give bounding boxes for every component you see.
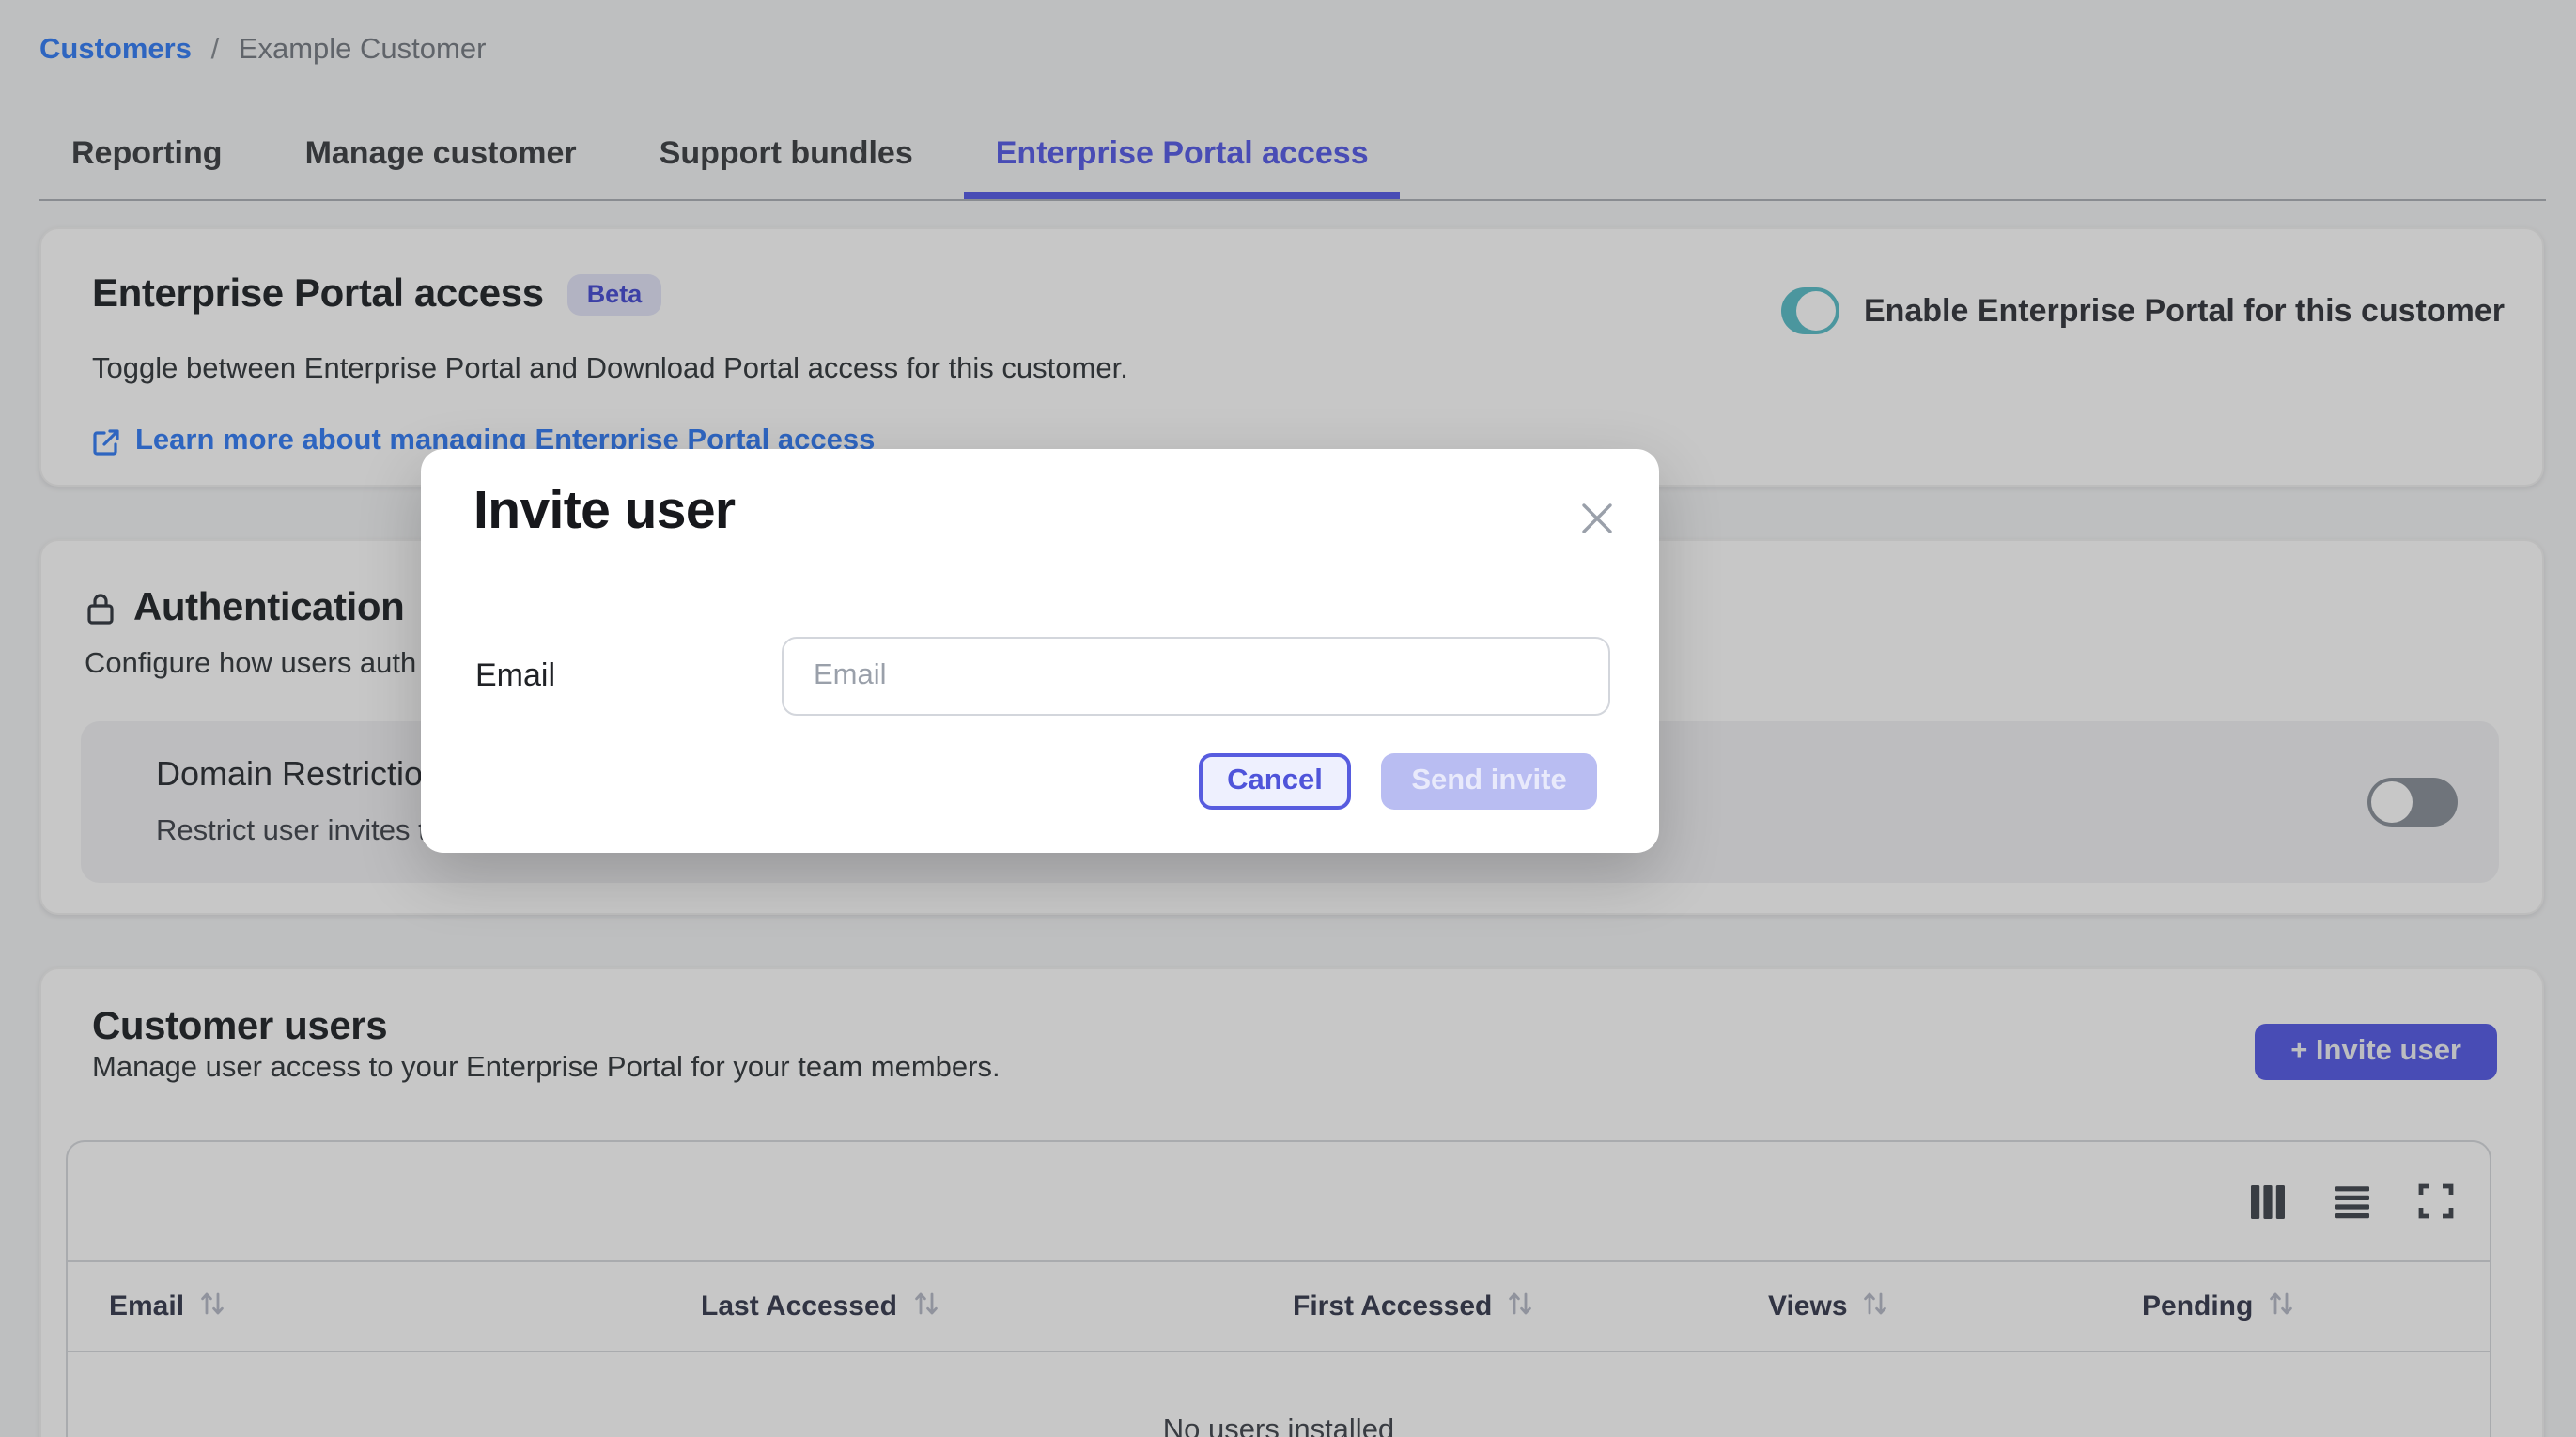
page: Customers / Example Customer Reporting M…	[0, 0, 2576, 1437]
email-field[interactable]	[782, 637, 1610, 716]
email-label: Email	[475, 657, 782, 695]
close-icon[interactable]	[1578, 500, 1614, 535]
cancel-button[interactable]: Cancel	[1199, 753, 1351, 810]
invite-user-modal: Invite user Email Cancel Send invite	[421, 449, 1659, 853]
send-invite-button[interactable]: Send invite	[1381, 753, 1597, 810]
modal-title: Invite user	[473, 481, 736, 543]
